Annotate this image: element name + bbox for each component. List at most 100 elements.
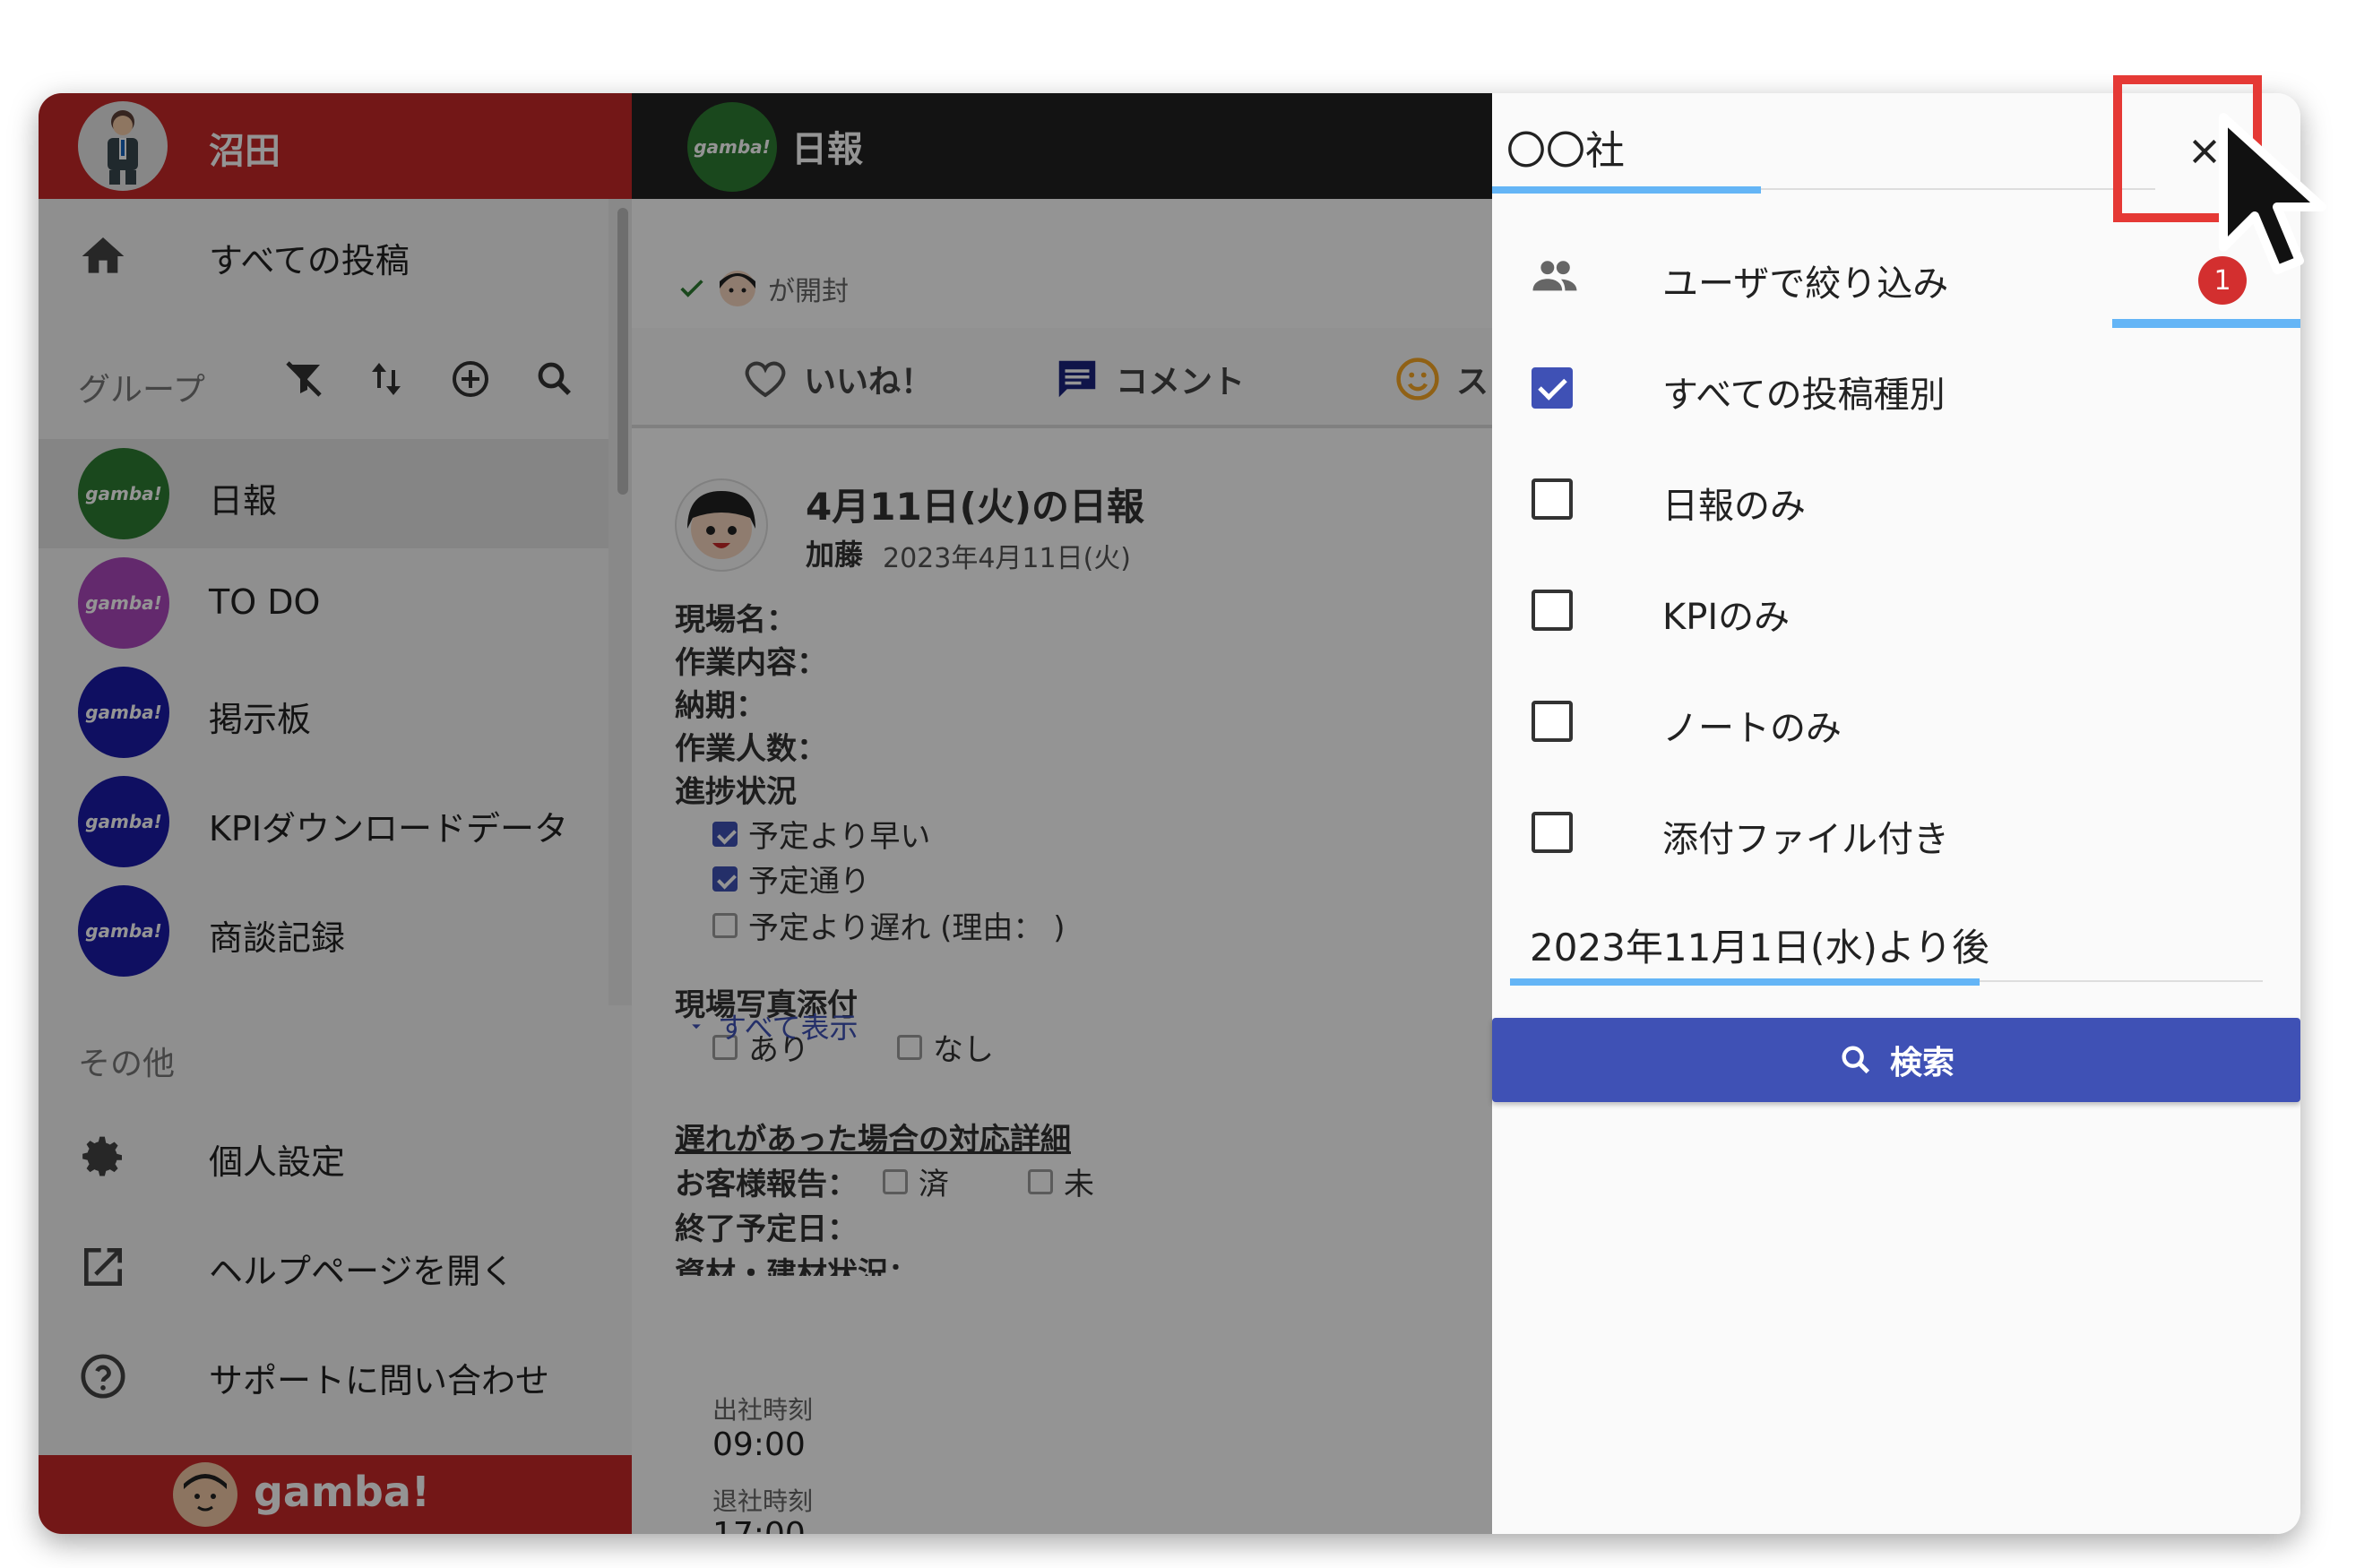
sidebar-item-label: ヘルプページを開く: [209, 1252, 515, 1291]
user-name: 沼田: [209, 131, 280, 172]
filter-off-icon[interactable]: [282, 358, 325, 401]
sidebar-item-group[interactable]: gamba! KPIダウンロードデータ: [39, 767, 608, 876]
checkbox-unchecked[interactable]: [1532, 590, 1573, 631]
user-filter-label: ユーザで絞り込み: [1662, 263, 1949, 305]
filter-option-all-types[interactable]: すべての投稿種別: [1492, 332, 2300, 443]
read-status: が開封: [677, 269, 849, 308]
filter-option-label: 日報のみ: [1662, 486, 1806, 527]
search-icon: [1842, 1046, 1870, 1074]
open-in-new-icon: [84, 1248, 122, 1286]
comment-label: コメント: [1116, 364, 1246, 401]
reaction-label: ス: [1456, 364, 1489, 401]
filter-option-with-attachment[interactable]: 添付ファイル付き: [1492, 776, 2300, 887]
sidebar-item-group[interactable]: gamba! 商談記録: [39, 876, 608, 986]
delay-heading: 遅れがあった場合の対応詳細: [675, 1122, 1071, 1158]
app-window: 沼田 すべての投稿 グループ gamba! 日報 gamba! TO DO ga…: [39, 93, 2300, 1534]
report-done-option: 済: [883, 1159, 949, 1203]
field-customer-report: お客様報告：: [675, 1167, 858, 1202]
reaction-button[interactable]: ス: [1394, 355, 1489, 403]
sidebar-scrollbar[interactable]: [608, 199, 632, 1005]
progress-late-option: 予定より遅れ (理由： ): [712, 903, 1065, 947]
checkbox-checked: [712, 821, 738, 847]
sidebar-item-personal-settings[interactable]: 個人設定: [39, 1100, 608, 1210]
progress-ontime-option: 予定通り: [712, 857, 870, 900]
field-work-content: 作業内容：: [675, 645, 827, 681]
date-filter-input[interactable]: 2023年11月1日(水)より後: [1530, 918, 1989, 972]
mascot-face-icon: [184, 1474, 227, 1512]
clock-in-value: 09:00: [712, 1426, 806, 1463]
help-circle-icon: [81, 1354, 125, 1399]
people-icon: [1532, 261, 1577, 291]
checkbox-unchecked[interactable]: [1532, 478, 1573, 520]
sidebar-item-contact-support[interactable]: サポートに問い合わせ: [39, 1319, 608, 1428]
author-avatar: [675, 478, 768, 572]
main-content: gamba! 日報 が開封 いいね！ コメント ス 4月11日(火)の日報 加藤…: [632, 93, 1492, 1534]
user-avatar[interactable]: [78, 101, 168, 191]
search-icon[interactable]: [533, 358, 576, 401]
sidebar-item-group[interactable]: gamba! 掲示板: [39, 658, 608, 767]
sidebar-item-group[interactable]: gamba! TO DO: [39, 548, 608, 658]
main-header: gamba! 日報: [632, 93, 1492, 199]
sidebar-item-open-help[interactable]: ヘルプページを開く: [39, 1210, 608, 1319]
like-label: いいね！: [804, 364, 934, 401]
mascot-icon: [173, 1462, 237, 1527]
app-logo: gamba!: [254, 1468, 430, 1516]
clock-out-label: 退社時刻: [712, 1486, 814, 1516]
clock-in-label: 出社時刻: [712, 1395, 814, 1425]
sidebar-item-label: サポートに問い合わせ: [209, 1361, 550, 1400]
group-badge: gamba!: [687, 102, 777, 192]
group-badge: gamba!: [78, 776, 169, 867]
comment-button[interactable]: コメント: [1053, 355, 1245, 403]
checkbox-unchecked: [883, 1168, 908, 1194]
chevron-down-icon: [692, 1024, 701, 1030]
search-button[interactable]: 検索: [1492, 1018, 2300, 1102]
group-section-title: グループ: [78, 372, 205, 409]
sort-icon[interactable]: [365, 358, 408, 401]
sidebar: 沼田 すべての投稿 グループ gamba! 日報 gamba! TO DO ga…: [39, 93, 632, 1534]
show-all-link[interactable]: すべて表示: [689, 1005, 858, 1047]
filter-option-label: 添付ファイル付き: [1662, 819, 1949, 860]
sidebar-item-label: TO DO: [209, 582, 321, 622]
checkbox-checked[interactable]: [1532, 367, 1573, 409]
post-title: 4月11日(火)の日報: [806, 485, 1145, 529]
field-deadline: 納期：: [675, 688, 766, 724]
filter-option-note-only[interactable]: ノートのみ: [1492, 665, 2300, 776]
mouse-cursor-icon: [2219, 113, 2326, 274]
group-badge: gamba!: [78, 667, 169, 758]
checkbox-unchecked[interactable]: [1532, 812, 1573, 853]
sidebar-item-all-posts[interactable]: すべての投稿: [39, 199, 608, 308]
search-filter-panel: 〇〇社 ユーザで絞り込み 1 すべての投稿種別 日報のみ KPIのみ ノートのみ: [1492, 93, 2300, 1534]
checkbox-unchecked: [712, 912, 738, 938]
heart-icon: [745, 361, 786, 398]
keyword-input-focus-bar: [1492, 186, 1761, 194]
filter-option-kpi-only[interactable]: KPIのみ: [1492, 554, 2300, 665]
field-materials: 資材・建材状況：: [675, 1256, 919, 1276]
search-button-label: 検索: [1889, 1045, 1954, 1081]
post-author: 加藤: [806, 538, 864, 572]
person-icon: [108, 110, 138, 185]
report-not-option: 未: [1028, 1159, 1094, 1203]
sidebar-item-group[interactable]: gamba! 日報: [39, 439, 608, 548]
filter-option-daily-report-only[interactable]: 日報のみ: [1492, 443, 2300, 554]
scrollbar-thumb[interactable]: [617, 208, 628, 495]
clock-out-value: 17:00: [712, 1516, 806, 1534]
read-status-text: が開封: [768, 276, 849, 307]
post-actions: いいね！ コメント ス: [632, 328, 1492, 428]
user-filter-focus-bar: [2112, 319, 2300, 328]
gear-icon: [82, 1136, 122, 1176]
author-face-icon: [687, 491, 755, 559]
like-button[interactable]: いいね！: [741, 355, 933, 403]
checkbox-unchecked[interactable]: [1532, 701, 1573, 742]
field-end-date: 終了予定日：: [675, 1211, 858, 1247]
sidebar-item-label: 個人設定: [209, 1142, 346, 1182]
keyword-input[interactable]: 〇〇社: [1506, 118, 1625, 176]
add-circle-icon[interactable]: [449, 358, 492, 401]
filter-option-label: ノートのみ: [1662, 708, 1842, 749]
filter-option-label: KPIのみ: [1662, 597, 1791, 638]
field-worker-count: 作業人数：: [675, 731, 827, 767]
home-icon: [82, 237, 125, 273]
user-filter-row[interactable]: ユーザで絞り込み 1: [1492, 220, 2300, 332]
post-date: 2023年4月11日(火): [883, 543, 1132, 574]
checkbox-checked: [712, 866, 738, 892]
sidebar-item-label: 掲示板: [209, 700, 312, 739]
